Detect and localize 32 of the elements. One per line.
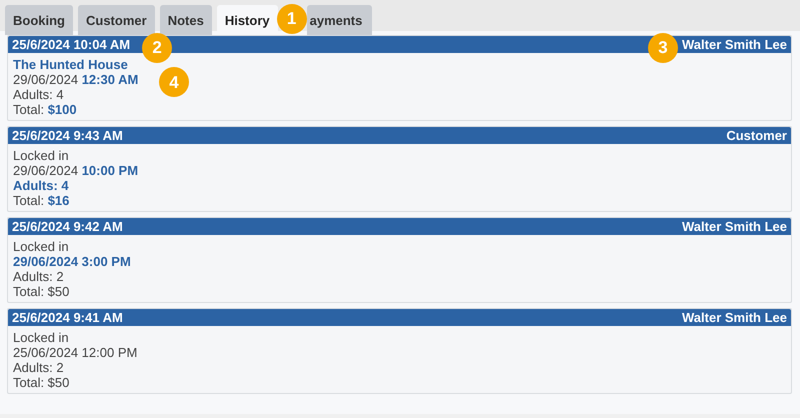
- entry-detail: Total: $100: [13, 102, 77, 117]
- entry-detail: 29/06/2024 12:30 AM: [13, 72, 138, 87]
- entry-detail: Adults: 2: [13, 360, 64, 375]
- entry-detail: Adults: 2: [13, 269, 64, 284]
- entry-detail: The Hunted House: [13, 57, 128, 72]
- entry-author: Walter Smith Lee: [682, 219, 787, 234]
- entry-detail: Locked in: [13, 148, 69, 163]
- entry-time: 25/6/2024 10:04 AM: [12, 37, 130, 52]
- entry-detail: 29/06/2024 3:00 PM: [13, 254, 131, 269]
- entry-detail: Locked in: [13, 330, 69, 345]
- callout-badge: 3: [648, 33, 678, 63]
- entry-detail: 25/06/2024 12:00 PM: [13, 345, 138, 360]
- entry-detail: Adults: 4: [13, 87, 64, 102]
- entry-author: Walter Smith Lee: [682, 310, 787, 325]
- entry-detail: Adults: 4: [13, 178, 69, 193]
- entry-time: 25/6/2024 9:42 AM: [12, 219, 123, 234]
- callout-badge: 4: [159, 67, 189, 97]
- entry-detail: 29/06/2024 10:00 PM: [13, 163, 138, 178]
- entry-detail: Total: $16: [13, 193, 70, 208]
- entry-time: 25/6/2024 9:41 AM: [12, 310, 123, 325]
- entry-detail: Total: $50: [13, 375, 70, 390]
- tab[interactable]: ayments: [306, 5, 372, 35]
- callout-badge: 2: [142, 33, 172, 63]
- entry-detail: Total: $50: [13, 284, 70, 299]
- tab[interactable]: Customer: [78, 5, 155, 35]
- tab[interactable]: Notes: [160, 5, 212, 35]
- entry-time: 25/6/2024 9:43 AM: [12, 128, 123, 143]
- entry-author: Customer: [726, 128, 787, 143]
- callout-badge: 1: [276, 4, 307, 34]
- entry-author: Walter Smith Lee: [682, 37, 787, 52]
- tab[interactable]: Booking: [5, 5, 73, 35]
- entry-detail: Locked in: [13, 239, 69, 254]
